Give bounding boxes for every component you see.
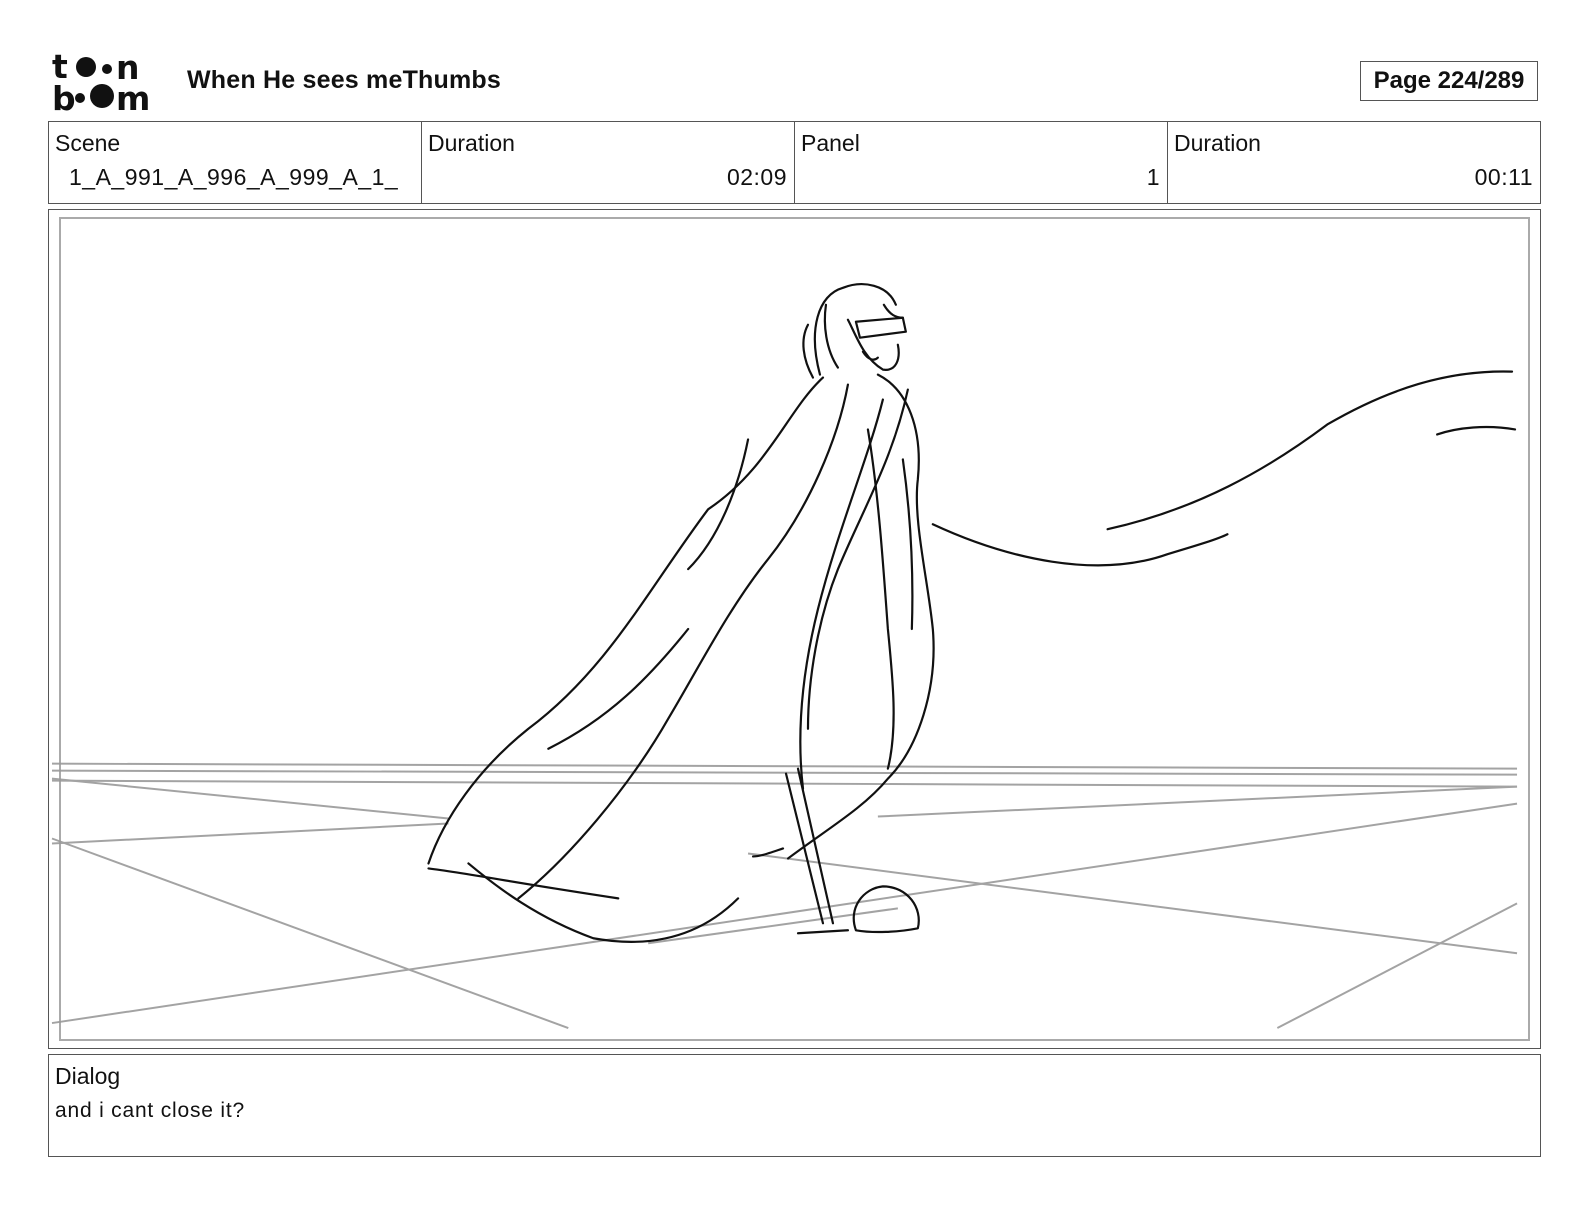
panel-value: 1 bbox=[1146, 164, 1160, 190]
panel-cell: Panel 1 bbox=[795, 122, 1168, 203]
scene-info-table: Scene 1_A_991_A_996_A_999_A_1_ Duration … bbox=[48, 121, 1541, 204]
panel-duration-label: Duration bbox=[1174, 130, 1261, 156]
cloaked-figure bbox=[427, 283, 1517, 943]
page-indicator: Page 224/289 bbox=[1360, 61, 1538, 101]
scene-duration-cell: Duration 02:09 bbox=[422, 122, 795, 203]
dialog-text: and i cant close it? bbox=[55, 1099, 245, 1122]
panel-sketch bbox=[51, 283, 1518, 1029]
document-title: When He sees meThumbs bbox=[187, 66, 502, 94]
storyboard-panel bbox=[48, 209, 1541, 1049]
dialog-label: Dialog bbox=[55, 1063, 121, 1089]
scene-duration-label: Duration bbox=[428, 130, 515, 156]
scene-cell: Scene 1_A_991_A_996_A_999_A_1_ bbox=[49, 122, 422, 203]
panel-duration-value: 00:11 bbox=[1474, 164, 1533, 190]
scene-value: 1_A_991_A_996_A_999_A_1_ bbox=[69, 164, 399, 190]
toonboom-logo: t n b m bbox=[52, 50, 150, 112]
svg-text:m: m bbox=[116, 79, 150, 112]
scene-label: Scene bbox=[55, 130, 121, 156]
panel-duration-cell: Duration 00:11 bbox=[1168, 122, 1540, 203]
dialog-section: Dialog and i cant close it? bbox=[48, 1054, 1541, 1157]
ground-lines bbox=[51, 762, 1518, 1029]
scene-duration-value: 02:09 bbox=[726, 164, 787, 190]
svg-text:b: b bbox=[52, 79, 76, 112]
panel-label: Panel bbox=[801, 130, 860, 156]
